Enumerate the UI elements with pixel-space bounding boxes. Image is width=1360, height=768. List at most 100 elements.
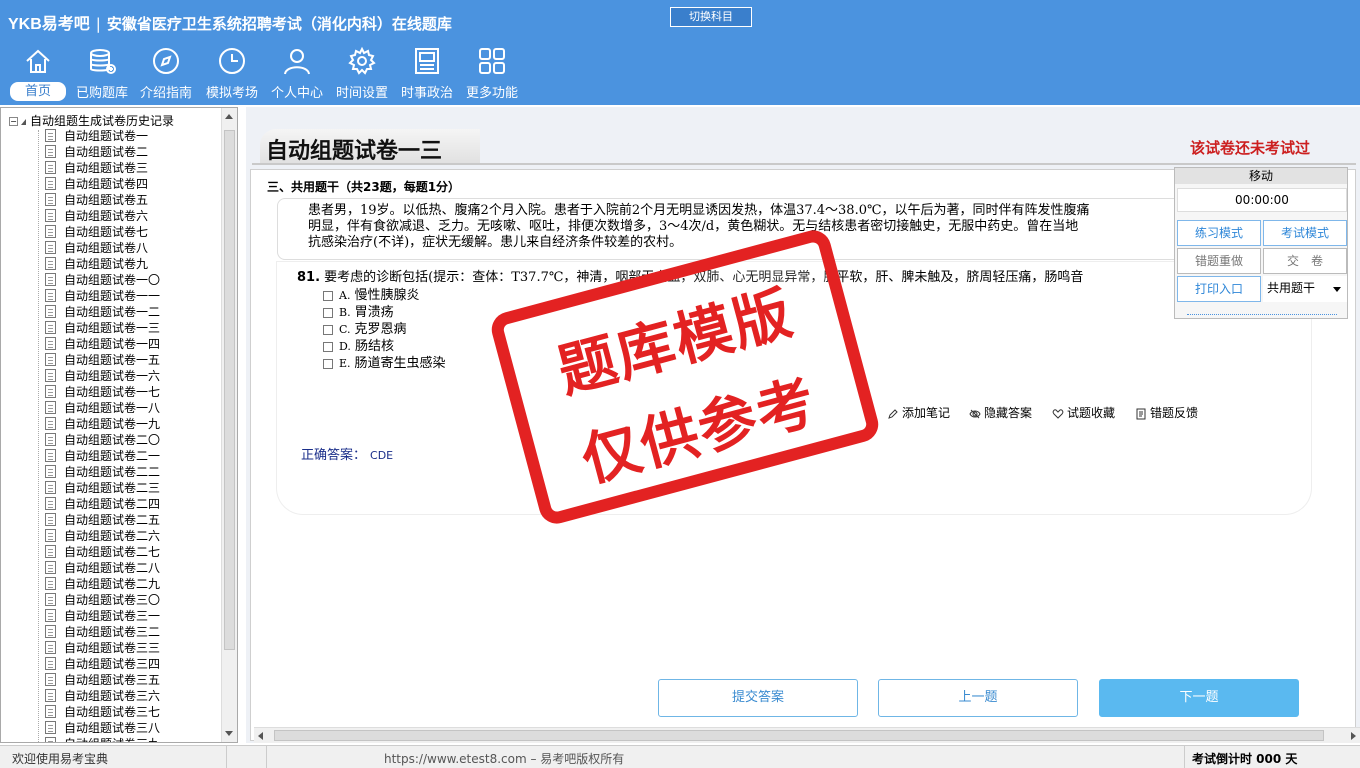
tree-item[interactable]: 自动组题试卷二四 — [45, 496, 160, 512]
tree-item[interactable]: 自动组题试卷二八 — [45, 560, 160, 576]
exam-mode-button[interactable]: 考试模式 — [1263, 220, 1347, 246]
document-icon — [45, 689, 56, 702]
nav-label: 介绍指南 — [139, 86, 192, 101]
section-label: 三、共用题干（共23题，每题1分） — [267, 180, 461, 194]
tree-item[interactable]: 自动组题试卷二一 — [45, 448, 160, 464]
top-header: YKB易考吧 | 安徽省医疗卫生系统招聘考试（消化内科）在线题库 切换科目 首页 已… — [0, 0, 1360, 105]
correct-answer: 正确答案： CDE — [301, 448, 394, 463]
tree-item[interactable]: 自动组题试卷一七 — [45, 384, 160, 400]
tree-item[interactable]: 自动组题试卷三三 — [45, 640, 160, 656]
error-report-button[interactable]: 错题反馈 — [1135, 404, 1198, 421]
prev-question-button[interactable]: 上一题 — [878, 679, 1078, 717]
document-icon — [45, 193, 56, 206]
move-handle[interactable]: 移动 — [1175, 168, 1347, 184]
switch-subject-button[interactable]: 切换科目 — [670, 7, 752, 27]
tree-item[interactable]: 自动组题试卷二三 — [45, 480, 160, 496]
nav-current-affairs[interactable]: 时事政治 — [395, 46, 459, 104]
nav-more[interactable]: 更多功能 — [460, 46, 524, 104]
nav-personal[interactable]: 个人中心 — [265, 46, 329, 104]
nav-time-settings[interactable]: 时间设置 — [330, 46, 394, 104]
panel-slider[interactable] — [1187, 314, 1337, 315]
tree-item[interactable]: 自动组题试卷一九 — [45, 416, 160, 432]
chevron-down-icon — [1333, 287, 1341, 292]
tree-item[interactable]: 自动组题试卷九 — [45, 256, 160, 272]
checkbox[interactable] — [323, 307, 333, 318]
submit-answer-button[interactable]: 提交答案 — [658, 679, 858, 717]
redo-wrong-button[interactable]: 错题重做 — [1177, 248, 1261, 274]
tree-scrollbar[interactable] — [221, 108, 237, 742]
question-type-select[interactable]: 共用题干 — [1263, 276, 1347, 302]
scroll-thumb[interactable] — [224, 130, 235, 650]
next-question-button[interactable]: 下一题 — [1099, 679, 1299, 717]
tree-item[interactable]: 自动组题试卷二七 — [45, 544, 160, 560]
document-icon — [45, 737, 56, 742]
tree-item[interactable]: 自动组题试卷四 — [45, 176, 160, 192]
tree-item[interactable]: 自动组题试卷一五 — [45, 352, 160, 368]
tree-root[interactable]: − 自动组题生成试卷历史记录 — [9, 112, 174, 128]
document-icon — [45, 721, 56, 734]
print-button[interactable]: 打印入口 — [1177, 276, 1261, 302]
checkbox[interactable] — [323, 341, 333, 352]
nav-mock-exam[interactable]: 模拟考场 — [200, 46, 264, 104]
checkbox[interactable] — [323, 358, 333, 369]
hide-answer-button[interactable]: 隐藏答案 — [969, 404, 1032, 421]
nav-label: 时事政治 — [400, 86, 453, 101]
tree-item[interactable]: 自动组题试卷三二 — [45, 624, 160, 640]
eye-off-icon — [969, 409, 981, 418]
tree-item[interactable]: 自动组题试卷二九 — [45, 576, 160, 592]
tree-item[interactable]: 自动组题试卷三七 — [45, 704, 160, 720]
tree-item[interactable]: 自动组题试卷一 — [45, 128, 160, 144]
scroll-right-icon[interactable] — [1351, 732, 1356, 740]
collapse-icon[interactable]: − — [9, 117, 18, 126]
compass-icon — [153, 48, 179, 74]
document-icon — [45, 545, 56, 558]
tree-item[interactable]: 自动组题试卷二〇 — [45, 432, 160, 448]
tree-item[interactable]: 自动组题试卷三六 — [45, 688, 160, 704]
tree-item[interactable]: 自动组题试卷三一 — [45, 608, 160, 624]
nav-label: 更多功能 — [465, 86, 518, 101]
tree-item[interactable]: 自动组题试卷三四 — [45, 656, 160, 672]
tree-item[interactable]: 自动组题试卷三五 — [45, 672, 160, 688]
document-icon — [45, 225, 56, 238]
document-icon — [45, 593, 56, 606]
nav-purchased[interactable]: 已购题库 — [70, 46, 134, 104]
horizontal-scrollbar[interactable] — [254, 727, 1360, 743]
scroll-down-icon[interactable] — [225, 731, 233, 736]
tree-item[interactable]: 自动组题试卷一二 — [45, 304, 160, 320]
document-icon — [45, 657, 56, 670]
practice-mode-button[interactable]: 练习模式 — [1177, 220, 1261, 246]
tree-item[interactable]: 自动组题试卷三九 — [45, 736, 160, 742]
favorite-button[interactable]: 试题收藏 — [1052, 404, 1115, 421]
nav-label: 模拟考场 — [205, 86, 258, 101]
tree-item[interactable]: 自动组题试卷六 — [45, 208, 160, 224]
tree-item[interactable]: 自动组题试卷二二 — [45, 464, 160, 480]
tree-item[interactable]: 自动组题试卷一六 — [45, 368, 160, 384]
document-icon — [45, 481, 56, 494]
tree-item[interactable]: 自动组题试卷三 — [45, 160, 160, 176]
add-note-button[interactable]: 添加笔记 — [887, 404, 950, 421]
tree-item[interactable]: 自动组题试卷二 — [45, 144, 160, 160]
tree-item[interactable]: 自动组题试卷三八 — [45, 720, 160, 736]
grid-icon — [479, 48, 505, 74]
tree-item[interactable]: 自动组题试卷一三 — [45, 320, 160, 336]
document-icon — [45, 417, 56, 430]
tree-item[interactable]: 自动组题试卷五 — [45, 192, 160, 208]
nav-guide[interactable]: 介绍指南 — [134, 46, 198, 104]
tree-item[interactable]: 自动组题试卷一四 — [45, 336, 160, 352]
option-e[interactable]: E. 肠道寄生虫感染 — [323, 352, 446, 371]
submit-paper-button[interactable]: 交 卷 — [1263, 248, 1347, 274]
tree-item[interactable]: 自动组题试卷七 — [45, 224, 160, 240]
tree-item[interactable]: 自动组题试卷三〇 — [45, 592, 160, 608]
tree-item[interactable]: 自动组题试卷二五 — [45, 512, 160, 528]
tree-item[interactable]: 自动组题试卷一八 — [45, 400, 160, 416]
checkbox[interactable] — [323, 290, 333, 301]
scroll-up-icon[interactable] — [225, 114, 233, 119]
tree-item[interactable]: 自动组题试卷一〇 — [45, 272, 160, 288]
scroll-thumb[interactable] — [274, 730, 1324, 741]
nav-home[interactable]: 首页 — [6, 46, 70, 104]
scroll-left-icon[interactable] — [258, 732, 263, 740]
tree-item[interactable]: 自动组题试卷八 — [45, 240, 160, 256]
tree-item[interactable]: 自动组题试卷一一 — [45, 288, 160, 304]
tree-item[interactable]: 自动组题试卷二六 — [45, 528, 160, 544]
checkbox[interactable] — [323, 324, 333, 335]
